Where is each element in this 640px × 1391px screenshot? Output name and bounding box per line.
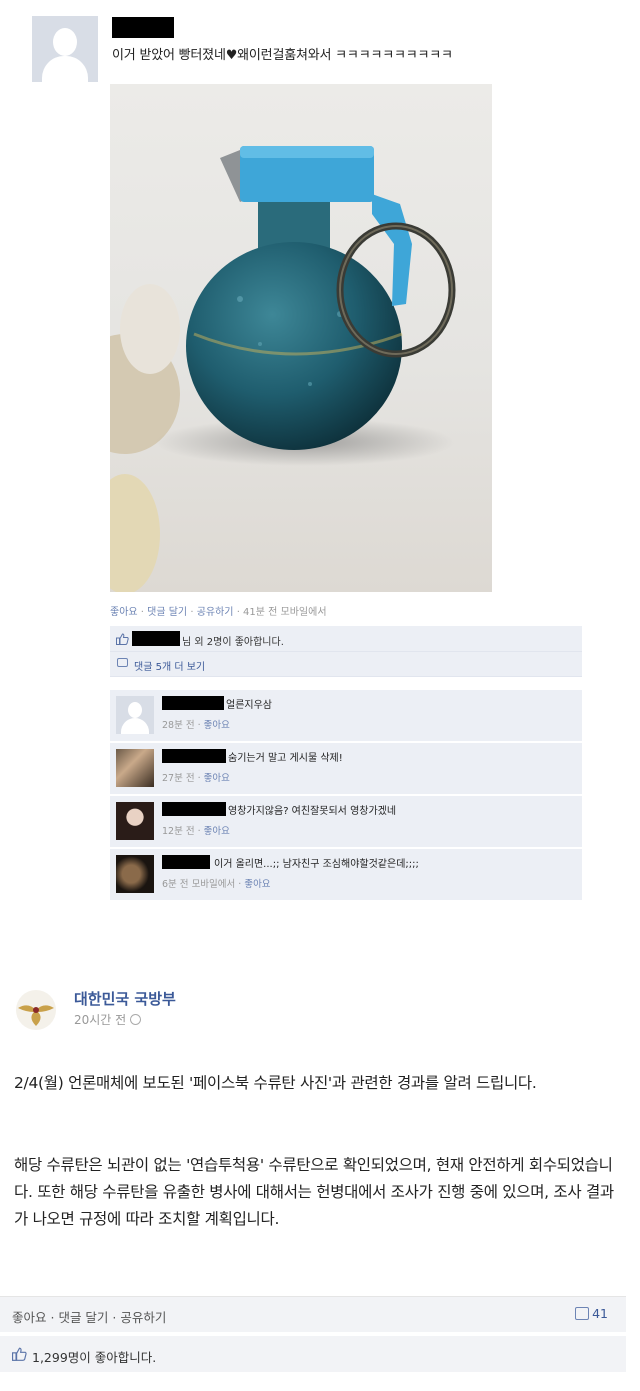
post2-paragraph-1: 2/4(월) 언론매체에 보도된 '페이스북 수류탄 사진'과 관련한 경과를 … bbox=[14, 1074, 537, 1092]
post1-text: 이거 받았어 빵터졌네♥왜이런걸훔쳐와서 ㅋㅋㅋㅋㅋㅋㅋㅋㅋㅋ bbox=[112, 48, 453, 63]
thumbs-up-icon bbox=[12, 1347, 27, 1361]
likes-row[interactable]: 님 외 2명이 좋아합니다. bbox=[110, 626, 582, 652]
eagle-emblem-icon[interactable] bbox=[14, 988, 58, 1032]
post2-actions-bar: 좋아요 · 댓글 달기 · 공유하기 41 bbox=[0, 1296, 626, 1332]
post1-meta: 좋아요 · 댓글 달기 · 공유하기 · 41분 전 모바일에서 bbox=[110, 607, 327, 618]
grenade-icon bbox=[155, 146, 456, 466]
comment-like-link[interactable]: 좋아요 bbox=[244, 879, 270, 890]
default-avatar-icon[interactable] bbox=[116, 696, 154, 734]
comment-bubble-icon bbox=[117, 658, 128, 667]
share-link[interactable]: 공유하기 bbox=[120, 1310, 166, 1325]
like-link[interactable]: 좋아요 bbox=[12, 1310, 47, 1325]
page-name[interactable]: 대한민국 국방부 bbox=[74, 988, 176, 1009]
commenter-avatar[interactable] bbox=[116, 749, 154, 787]
comment-meta: 28분 전 · 좋아요 bbox=[162, 720, 230, 731]
comment-meta: 12분 전 · 좋아요 bbox=[162, 826, 230, 837]
comment-link[interactable]: 댓글 달기 bbox=[58, 1310, 108, 1325]
comment-like-link[interactable]: 좋아요 bbox=[204, 720, 230, 731]
thumbs-up-icon bbox=[116, 633, 129, 645]
comment-text: 얼른지우삼 bbox=[226, 700, 272, 711]
redacted-commenter-name bbox=[162, 802, 226, 816]
post2-likes-bar[interactable]: 1,299명이 좋아합니다. bbox=[0, 1336, 626, 1372]
comment-item: 이거 올리면...;; 남자친구 조심해야할것같은데;;;; 6분 전 모바일에… bbox=[110, 848, 582, 900]
share-link[interactable]: 공유하기 bbox=[197, 607, 234, 618]
comment-like-link[interactable]: 좋아요 bbox=[204, 773, 230, 784]
user-avatar-icon[interactable] bbox=[32, 16, 98, 82]
more-comments-link[interactable]: 댓글 5개 더 보기 bbox=[110, 652, 582, 676]
commenter-avatar[interactable] bbox=[116, 855, 154, 893]
comment-item: 숨기는거 말고 게시물 삭제! 27분 전 · 좋아요 bbox=[110, 742, 582, 794]
like-link[interactable]: 좋아요 bbox=[110, 607, 138, 618]
comment-bubble-icon bbox=[575, 1307, 590, 1320]
redacted-commenter-name bbox=[162, 855, 210, 869]
comment-link[interactable]: 댓글 달기 bbox=[147, 607, 187, 618]
post2-time: 20시간 전 bbox=[74, 1011, 142, 1028]
redacted-commenter-name bbox=[162, 749, 226, 763]
grenade-photo[interactable] bbox=[110, 84, 492, 592]
comment-item: 영창가지않음? 여친잘못되서 영창가겠네 12분 전 · 좋아요 bbox=[110, 795, 582, 847]
comment-count[interactable]: 41 bbox=[575, 1306, 608, 1321]
comment-item: 얼른지우삼 28분 전 · 좋아요 bbox=[110, 689, 582, 741]
redacted-liker-name bbox=[132, 631, 180, 646]
likes-box: 님 외 2명이 좋아합니다. 댓글 5개 더 보기 bbox=[110, 626, 582, 677]
comment-text: 영창가지않음? 여친잘못되서 영창가겠네 bbox=[228, 806, 397, 817]
comment-like-link[interactable]: 좋아요 bbox=[204, 826, 230, 837]
comment-text: 이거 올리면...;; 남자친구 조심해야할것같은데;;;; bbox=[214, 859, 419, 870]
redacted-user-name bbox=[112, 17, 174, 38]
comment-meta: 27분 전 · 좋아요 bbox=[162, 773, 230, 784]
post2-paragraph-2: 해당 수류탄은 뇌관이 없는 '연습투척용' 수류탄으로 확인되었으며, 현재 … bbox=[14, 1156, 614, 1228]
post1-time: 41분 전 모바일에서 bbox=[243, 607, 327, 618]
commenter-avatar[interactable] bbox=[116, 802, 154, 840]
comment-text: 숨기는거 말고 게시물 삭제! bbox=[228, 753, 343, 764]
redacted-commenter-name bbox=[162, 696, 224, 710]
comment-meta: 6분 전 모바일에서 · 좋아요 bbox=[162, 879, 271, 890]
globe-icon bbox=[130, 1014, 142, 1025]
post2-likes-text: 1,299명이 좋아합니다. bbox=[32, 1350, 157, 1365]
likes-text: 님 외 2명이 좋아합니다. bbox=[182, 637, 284, 648]
